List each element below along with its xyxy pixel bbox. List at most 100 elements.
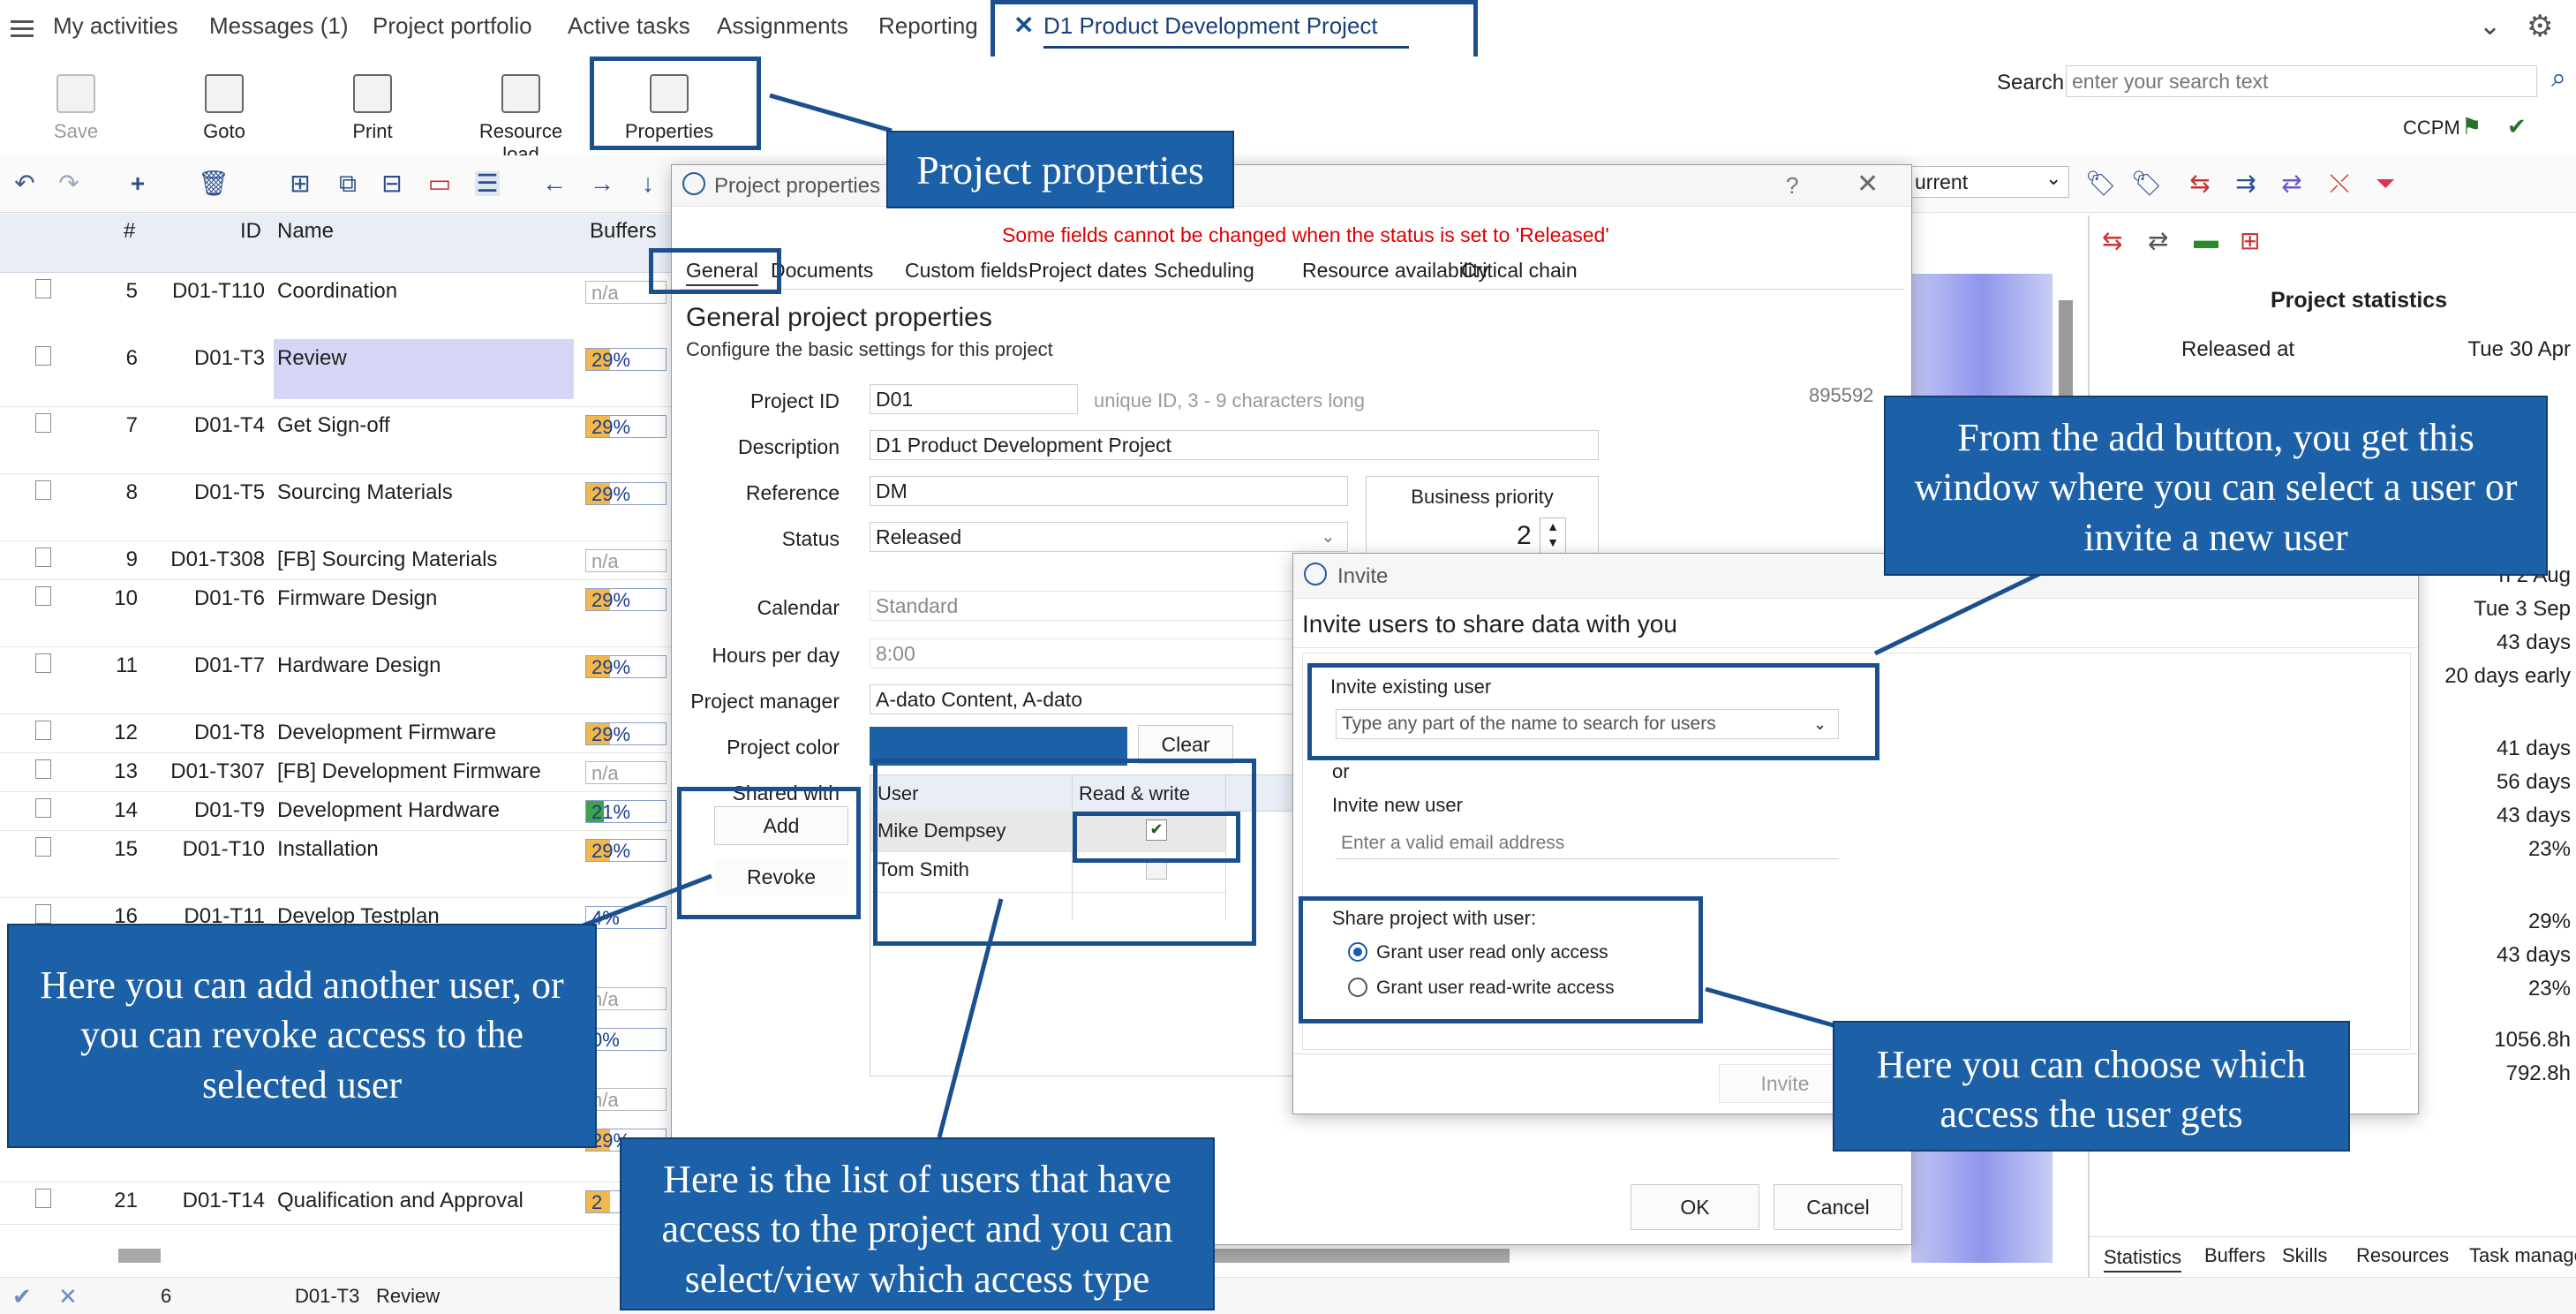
- document-icon[interactable]: [35, 653, 51, 673]
- document-icon[interactable]: [35, 798, 51, 818]
- redo-icon[interactable]: ↷: [56, 171, 81, 196]
- view-select[interactable]: urrent ⌄: [1910, 166, 2069, 198]
- column-num[interactable]: #: [124, 219, 135, 244]
- document-icon[interactable]: [35, 586, 51, 606]
- close-icon[interactable]: ✕: [1857, 169, 1879, 200]
- panel-icon-4[interactable]: ⊞: [2240, 226, 2260, 255]
- tab-scheduling[interactable]: Scheduling: [1154, 259, 1254, 283]
- horizontal-scrollbar[interactable]: [118, 1249, 161, 1263]
- confirm-icon[interactable]: ✔: [12, 1283, 32, 1310]
- document-icon[interactable]: [35, 346, 51, 366]
- tab-statistics[interactable]: Statistics: [2104, 1246, 2182, 1272]
- help-button[interactable]: ?: [1786, 172, 1798, 200]
- table-row[interactable]: 21 D01-T14 Qualification and Approval 2: [0, 1182, 671, 1225]
- priority-value[interactable]: 2: [1517, 521, 1532, 551]
- link-icon[interactable]: ⧉: [335, 171, 360, 196]
- document-icon[interactable]: [35, 548, 51, 567]
- document-icon[interactable]: [35, 837, 51, 857]
- document-icon[interactable]: [35, 759, 51, 779]
- status-select[interactable]: Released ⌄: [870, 522, 1348, 552]
- arrow-right-icon[interactable]: →: [590, 171, 614, 196]
- document-icon[interactable]: [35, 904, 51, 924]
- panel-icon-2[interactable]: ⇄: [2148, 226, 2168, 255]
- task-name[interactable]: Hardware Design: [277, 653, 441, 678]
- tab-documents[interactable]: Documents: [771, 259, 873, 283]
- nav-active-tasks[interactable]: Active tasks: [568, 12, 690, 40]
- menu-icon[interactable]: [11, 16, 34, 39]
- task-name[interactable]: Coordination: [277, 279, 397, 304]
- filter-clear-icon[interactable]: ⤬: [2327, 171, 2352, 196]
- email-field[interactable]: [1336, 827, 1839, 859]
- table-row[interactable]: 9 D01-T308 [FB] Sourcing Materials n/a: [0, 540, 671, 580]
- filter-mixed-icon[interactable]: ⇄: [2279, 171, 2304, 196]
- add-icon[interactable]: +: [125, 171, 150, 196]
- project-id-field[interactable]: D01: [870, 384, 1078, 414]
- search-icon[interactable]: ⌕: [2551, 64, 2566, 94]
- task-name[interactable]: Review: [274, 339, 574, 399]
- document-icon[interactable]: [35, 1189, 51, 1208]
- nav-my-activities[interactable]: My activities: [53, 12, 178, 40]
- tab-critical-chain[interactable]: Critical chain: [1461, 259, 1578, 283]
- tab-project-dates[interactable]: Project dates: [1028, 259, 1147, 283]
- document-icon[interactable]: [35, 480, 51, 500]
- print-button[interactable]: Print: [320, 74, 426, 143]
- tag-remove-icon[interactable]: 🏷: [2131, 171, 2163, 196]
- task-name[interactable]: Get Sign-off: [277, 413, 390, 438]
- gear-icon[interactable]: ⚙: [2527, 9, 2553, 44]
- task-name[interactable]: [FB] Sourcing Materials: [277, 548, 497, 572]
- table-row[interactable]: 7 D01-T4 Get Sign-off 29%: [0, 406, 671, 474]
- task-name[interactable]: Firmware Design: [277, 586, 437, 611]
- panel-icon-1[interactable]: ⇆: [2102, 226, 2122, 255]
- resource-load-button[interactable]: Resource load: [459, 74, 583, 166]
- project-manager-field[interactable]: A-dato Content, A-dato: [870, 684, 1320, 714]
- undo-icon[interactable]: ↶: [12, 171, 37, 196]
- table-row[interactable]: 5 D01-T110 Coordination n/a: [0, 272, 671, 340]
- chevron-down-icon[interactable]: ⌄: [2479, 11, 2501, 42]
- nav-reporting[interactable]: Reporting: [878, 12, 978, 40]
- task-name[interactable]: Qualification and Approval: [277, 1189, 523, 1213]
- cancel-button[interactable]: Cancel: [1774, 1184, 1902, 1230]
- filter-red-icon[interactable]: ⇆: [2188, 171, 2212, 196]
- save-button[interactable]: Save: [23, 74, 129, 143]
- unlink-icon[interactable]: ⊟: [380, 171, 404, 196]
- task-name[interactable]: Installation: [277, 837, 379, 862]
- table-row[interactable]: 10 D01-T6 Firmware Design 29%: [0, 579, 671, 647]
- nav-assignments[interactable]: Assignments: [717, 12, 848, 40]
- spinner-icon[interactable]: ▲ ▼: [1540, 517, 1566, 555]
- table-row[interactable]: 12 D01-T8 Development Firmware 29%: [0, 714, 671, 753]
- column-buffers[interactable]: Buffers: [590, 219, 657, 244]
- search-input[interactable]: [2066, 65, 2537, 97]
- tab-task-manager[interactable]: Task manager: [2469, 1244, 2576, 1267]
- ccpm-check-icon[interactable]: ✔: [2507, 113, 2527, 140]
- split-icon[interactable]: ▭: [427, 171, 452, 196]
- invite-button[interactable]: Invite: [1719, 1064, 1851, 1103]
- indent-icon[interactable]: ⊞: [288, 171, 313, 196]
- task-name[interactable]: Sourcing Materials: [277, 480, 453, 505]
- tab-resources[interactable]: Resources: [2356, 1244, 2449, 1267]
- nav-messages[interactable]: Messages (1): [209, 12, 349, 40]
- tag-icon[interactable]: 🏷: [2085, 171, 2117, 196]
- table-row[interactable]: 8 D01-T5 Sourcing Materials 29%: [0, 473, 671, 541]
- table-row[interactable]: 6 D01-T3 Review 29%: [0, 339, 671, 407]
- description-field[interactable]: D1 Product Development Project: [870, 430, 1599, 460]
- arrow-left-icon[interactable]: ←: [542, 171, 567, 196]
- column-name[interactable]: Name: [277, 219, 334, 244]
- table-row[interactable]: 11 D01-T7 Hardware Design 29%: [0, 646, 671, 714]
- delete-icon[interactable]: 🗑: [198, 171, 230, 196]
- nav-project-portfolio[interactable]: Project portfolio: [373, 12, 532, 40]
- tab-buffers[interactable]: Buffers: [2204, 1244, 2265, 1267]
- tab-custom-fields[interactable]: Custom fields: [905, 259, 1028, 283]
- ccpm-settings-icon[interactable]: ⚑: [2461, 113, 2482, 140]
- notes-icon[interactable]: ☰: [475, 171, 500, 196]
- panel-icon-3[interactable]: ▬: [2194, 226, 2218, 254]
- task-name[interactable]: [FB] Development Firmware: [277, 759, 541, 784]
- cancel-icon[interactable]: ✕: [58, 1283, 78, 1310]
- funnel-icon[interactable]: ⏷: [2373, 171, 2398, 196]
- ok-button[interactable]: OK: [1631, 1184, 1759, 1230]
- column-id[interactable]: ID: [240, 219, 261, 244]
- task-name[interactable]: Development Hardware: [277, 798, 500, 823]
- task-name[interactable]: Development Firmware: [277, 721, 496, 745]
- document-icon[interactable]: [35, 413, 51, 433]
- arrow-down-icon[interactable]: ↓: [636, 171, 660, 196]
- table-row[interactable]: 14 D01-T9 Development Hardware 21%: [0, 791, 671, 831]
